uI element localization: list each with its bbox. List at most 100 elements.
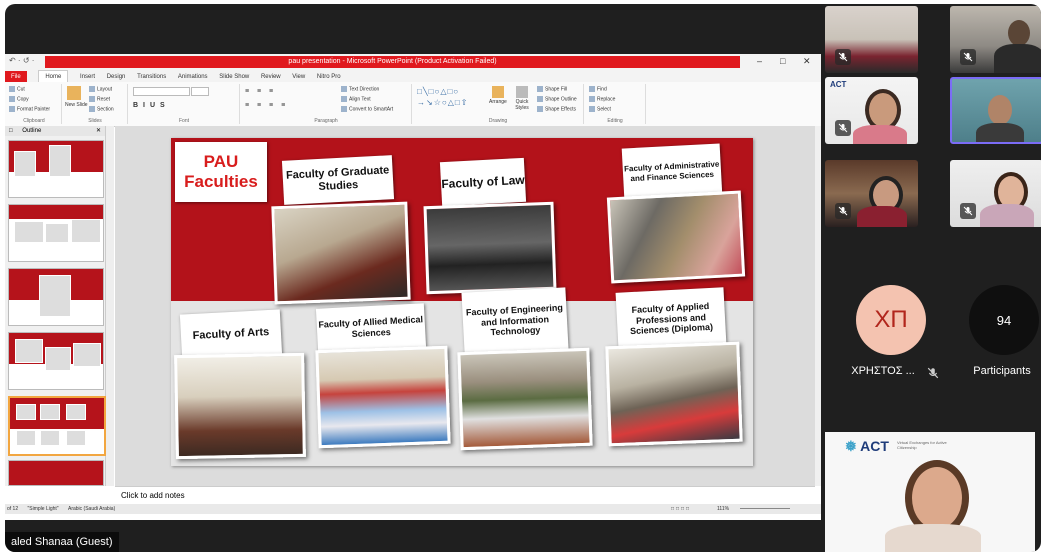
view-buttons[interactable]: □□□□ <box>671 504 691 514</box>
presenter-video[interactable]: ❅ ACT Virtual Exchanges for Active Citiz… <box>825 432 1035 552</box>
close-pane-icon[interactable]: ✕ <box>92 126 105 136</box>
shape-outline-button[interactable]: Shape Outline <box>537 96 577 102</box>
mic-muted-icon <box>835 120 851 136</box>
participant-tile[interactable] <box>950 160 1041 227</box>
status-bar: of 12 "Simple Light" Arabic (Saudi Arabi… <box>5 504 821 514</box>
applied-photo <box>605 341 743 447</box>
close-icon[interactable]: ✕ <box>803 56 811 67</box>
speaker-name: aled Shanaa (Guest) <box>5 532 119 552</box>
clipboard-label: Clipboard <box>23 118 45 124</box>
smartart-button[interactable]: Convert to SmartArt <box>341 106 393 112</box>
align-text-button[interactable]: Align Text <box>341 96 371 102</box>
act-logo-small: ACT <box>830 80 847 89</box>
slide-thumbnail-current[interactable] <box>8 396 106 456</box>
shapes-gallery-row2[interactable]: →↘☆○△□⇧ <box>417 98 468 107</box>
mic-muted-icon <box>835 203 851 219</box>
cut-label: Cut <box>17 86 25 93</box>
text-direction-label: Text Direction <box>349 86 380 93</box>
participants-label: Participants <box>973 365 1031 377</box>
slide-thumbnail[interactable] <box>8 204 104 262</box>
slide-thumbnail[interactable] <box>8 460 104 486</box>
participant-tile[interactable] <box>825 160 918 227</box>
align-text-label: Align Text <box>349 96 371 103</box>
quick-access-toolbar[interactable]: ↶ · ↺ · <box>9 56 34 65</box>
font-group: BIUS Font <box>129 84 240 124</box>
act-logo: ❅ ACT <box>845 438 889 454</box>
select-label: Select <box>597 106 611 113</box>
minimize-icon[interactable]: – <box>757 56 762 66</box>
mic-muted-icon <box>927 366 939 384</box>
font-label: Font <box>178 118 189 124</box>
new-slide-label: New Slide <box>65 102 88 108</box>
shape-fill-button[interactable]: Shape Fill <box>537 86 567 92</box>
editing-group: Find Replace Select Editing <box>585 84 646 124</box>
format-painter-button[interactable]: Format Painter <box>9 106 50 112</box>
slides-tab-icon[interactable]: □ <box>5 126 17 136</box>
slide-canvas: PAU Faculties Faculty of Graduate Studie… <box>115 126 815 486</box>
canvas-scrollbar[interactable] <box>815 126 821 486</box>
shape-outline-label: Shape Outline <box>545 96 577 103</box>
select-button[interactable]: Select <box>589 106 611 112</box>
arrange-button[interactable]: Arrange <box>489 86 507 105</box>
new-slide-button[interactable]: New Slide <box>65 86 88 108</box>
administrative-photo <box>606 190 746 284</box>
slide-thumbnail[interactable] <box>8 268 104 326</box>
participants-count-badge[interactable]: 94 <box>969 285 1039 355</box>
user-name: ΧΡΗΣΤΟΣ ... <box>851 365 915 377</box>
find-label: Find <box>597 86 607 93</box>
participant-tile[interactable]: ACT <box>825 77 918 144</box>
drawing-label: Drawing <box>488 118 508 124</box>
user-initials: ΧΠ <box>874 306 908 333</box>
slide-thumbnail[interactable] <box>8 140 104 198</box>
font-style-buttons[interactable]: BIUS <box>133 102 170 109</box>
theme-name: "Simple Light" <box>27 506 59 512</box>
medical-photo <box>315 345 451 449</box>
drawing-group: □╲□○△□○ →↘☆○△□⇧ Arrange Quick Styles Sha… <box>413 84 584 124</box>
shapes-gallery[interactable]: □╲□○△□○ <box>417 87 459 96</box>
align-buttons[interactable]: ≡ ≡ ≡ ≡ <box>245 102 288 109</box>
ribbon: Cut Copy Format Painter Clipboard New Sl… <box>5 82 821 127</box>
outline-tab[interactable]: Outline <box>18 126 45 136</box>
thumbnail-scrollbar[interactable] <box>106 126 114 486</box>
text-direction-button[interactable]: Text Direction <box>341 86 379 92</box>
act-logo-text: ACT <box>860 438 889 454</box>
cut-button[interactable]: Cut <box>9 86 25 92</box>
paragraph-label: Paragraph <box>314 118 338 124</box>
faculty-label-graduate: Faculty of Graduate Studies <box>281 155 395 205</box>
font-size-select[interactable] <box>191 87 209 96</box>
slide-title: PAU Faculties <box>175 142 267 202</box>
faculty-label-applied: Faculty of Applied Professions and Scien… <box>615 287 727 351</box>
participant-tile-active[interactable] <box>950 77 1041 144</box>
replace-button[interactable]: Replace <box>589 96 615 102</box>
quick-styles-button[interactable]: Quick Styles <box>511 86 533 111</box>
painter-label: Format Painter <box>17 106 51 113</box>
list-buttons[interactable]: ≡ ≡ ≡ <box>245 88 276 95</box>
current-slide[interactable]: PAU Faculties Faculty of Graduate Studie… <box>171 138 753 466</box>
font-name-select[interactable] <box>133 87 190 96</box>
participant-tile[interactable] <box>825 6 918 73</box>
slide-thumbnail[interactable] <box>8 332 104 390</box>
slides-label: Slides <box>88 118 102 124</box>
shape-effects-button[interactable]: Shape Effects <box>537 106 576 112</box>
faculty-label-engineering: Faculty of Engineering and Information T… <box>461 287 569 355</box>
user-avatar[interactable]: ΧΠ <box>856 285 926 355</box>
participant-tile[interactable] <box>950 6 1041 73</box>
copy-button[interactable]: Copy <box>9 96 29 102</box>
quick-styles-label: Quick Styles <box>515 99 529 111</box>
reset-button[interactable]: Reset <box>89 96 110 102</box>
participants-count: 94 <box>996 312 1012 328</box>
layout-button[interactable]: Layout <box>89 86 112 92</box>
shape-effects-label: Shape Effects <box>545 106 577 113</box>
notes-field[interactable]: Click to add notes <box>115 486 815 504</box>
mic-muted-icon <box>835 49 851 65</box>
section-button[interactable]: Section <box>89 106 114 112</box>
faculty-label-medical: Faculty of Allied Medical Sciences <box>315 303 427 353</box>
ribbon-tabs: File Home Insert Design Transitions Anim… <box>5 70 821 83</box>
arts-photo <box>174 352 306 460</box>
outline-tabs: □ Outline ✕ <box>5 126 105 136</box>
maximize-icon[interactable]: □ <box>780 56 785 66</box>
find-button[interactable]: Find <box>589 86 607 92</box>
paragraph-group: ≡ ≡ ≡ ≡ ≡ ≡ ≡ Text Direction Align Text … <box>241 84 412 124</box>
zoom-slider[interactable] <box>740 508 790 509</box>
arrange-label: Arrange <box>489 99 507 105</box>
